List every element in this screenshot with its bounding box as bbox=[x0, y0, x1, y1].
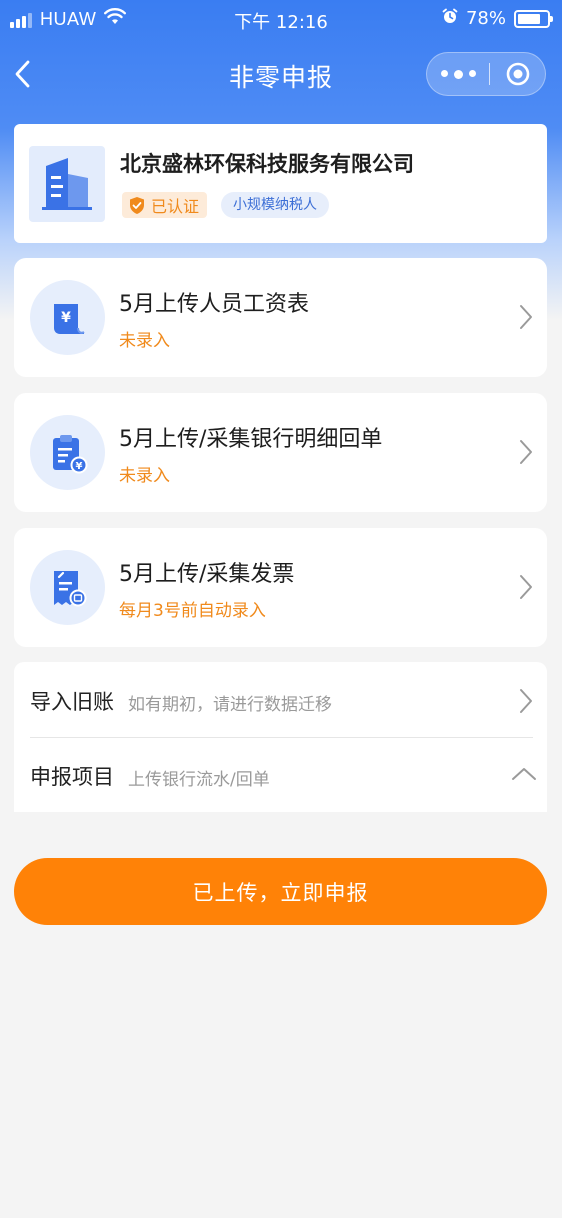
close-mini-program-button[interactable] bbox=[490, 61, 545, 87]
task-title: 5月上传/采集银行明细回单 bbox=[119, 427, 383, 452]
chevron-right-icon bbox=[520, 575, 532, 599]
task-card-payroll[interactable]: ¥ 5月上传人员工资表 未录入 bbox=[14, 258, 547, 377]
mini-program-capsule bbox=[426, 52, 546, 96]
status-right: 78% bbox=[442, 8, 553, 29]
chevron-right-icon bbox=[520, 689, 532, 713]
task-card-invoice[interactable]: 5月上传/采集发票 每月3号前自动录入 bbox=[14, 528, 547, 647]
submit-declaration-button[interactable]: 已上传，立即申报 bbox=[14, 858, 547, 925]
task-status: 每月3号前自动录入 bbox=[119, 601, 266, 621]
shield-check-icon bbox=[130, 196, 144, 214]
list-row-declaration-items[interactable]: 申报项目 上传银行流水/回单 bbox=[14, 737, 547, 812]
company-badges: 已认证 小规模纳税人 bbox=[122, 192, 330, 218]
row-subtitle: 上传银行流水/回单 bbox=[128, 770, 270, 790]
chevron-up-icon bbox=[512, 768, 536, 780]
battery-fill bbox=[518, 13, 540, 24]
settings-list: 导入旧账 如有期初，请进行数据迁移 申报项目 上传银行流水/回单 bbox=[14, 662, 547, 812]
taxpayer-type-badge: 小规模纳税人 bbox=[221, 192, 330, 218]
battery-icon bbox=[514, 9, 553, 28]
invoice-icon bbox=[30, 550, 105, 625]
row-label: 申报项目 bbox=[30, 765, 114, 789]
verified-badge: 已认证 bbox=[122, 192, 208, 218]
more-dots-icon[interactable] bbox=[427, 69, 489, 79]
status-bar: HUAW 下午 12:16 78% bbox=[0, 0, 562, 40]
row-subtitle: 如有期初，请进行数据迁移 bbox=[128, 695, 332, 715]
task-status: 未录入 bbox=[119, 466, 170, 486]
payroll-receipt-icon: ¥ bbox=[30, 280, 105, 355]
verified-label: 已认证 bbox=[151, 197, 200, 216]
building-icon bbox=[29, 146, 105, 222]
svg-text:¥: ¥ bbox=[75, 461, 82, 472]
row-label: 导入旧账 bbox=[30, 690, 114, 714]
chevron-right-icon bbox=[520, 440, 532, 464]
alarm-icon bbox=[442, 8, 458, 29]
task-card-bank-receipt[interactable]: ¥ 5月上传/采集银行明细回单 未录入 bbox=[14, 393, 547, 512]
battery-percent: 78% bbox=[465, 8, 506, 29]
company-card: 北京盛林环保科技服务有限公司 已认证 小规模纳税人 bbox=[14, 124, 547, 243]
bank-clipboard-icon: ¥ bbox=[30, 415, 105, 490]
task-status: 未录入 bbox=[119, 331, 170, 351]
company-name: 北京盛林环保科技服务有限公司 bbox=[120, 152, 414, 176]
svg-text:¥: ¥ bbox=[61, 310, 71, 326]
nav-bar: 非零申报 bbox=[0, 48, 562, 100]
chevron-right-icon bbox=[520, 305, 532, 329]
list-row-import-old-accounts[interactable]: 导入旧账 如有期初，请进行数据迁移 bbox=[14, 662, 547, 738]
target-circle-icon bbox=[506, 62, 529, 86]
task-title: 5月上传/采集发票 bbox=[119, 562, 295, 587]
task-title: 5月上传人员工资表 bbox=[119, 292, 309, 317]
